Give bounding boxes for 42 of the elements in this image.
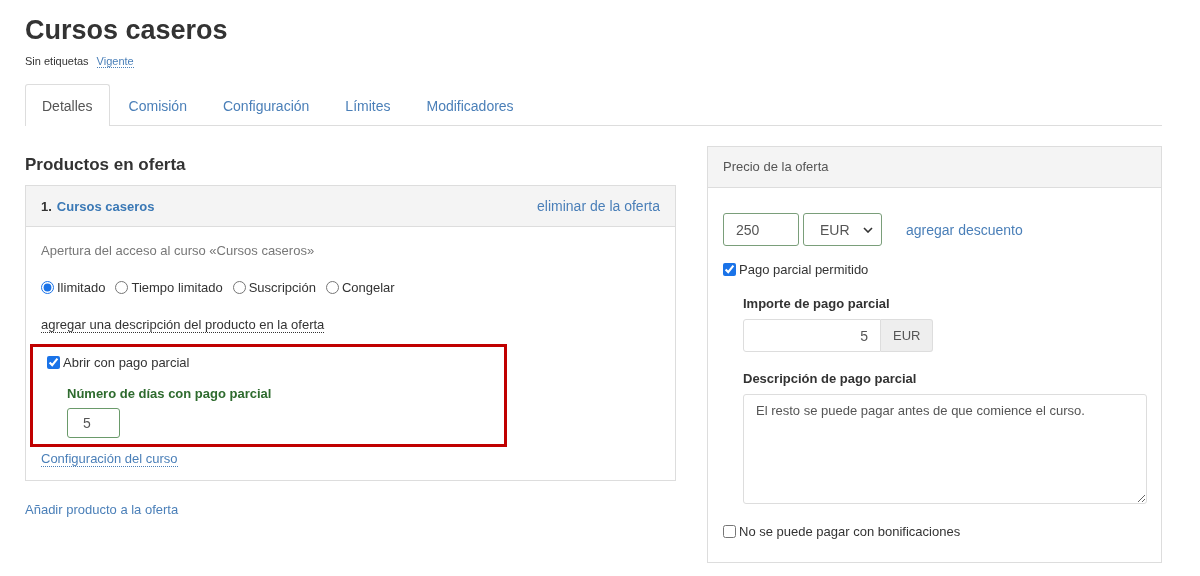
- description-link[interactable]: agregar una descripción del producto en la oferta: [41, 317, 325, 333]
- remove-link[interactable]: eliminar de la oferta: [537, 198, 660, 214]
- tab[interactable]: Comisión: [111, 84, 204, 126]
- tab[interactable]: Límites: [328, 84, 408, 126]
- radio-label: Ilimitado: [57, 280, 106, 295]
- tags-label: Sin etiquetas: [25, 55, 89, 68]
- field-label: Importe de pago parcial: [743, 296, 891, 311]
- currency-addon: EUR: [881, 319, 934, 352]
- section-heading: Productos en oferta: [25, 155, 187, 175]
- tab[interactable]: Modificadores: [409, 84, 531, 126]
- field-label: Número de días con pago parcial: [67, 386, 273, 401]
- days-input[interactable]: 5: [67, 408, 120, 438]
- checkbox[interactable]: [723, 525, 736, 538]
- panel-heading: Precio de la oferta: [708, 147, 1161, 188]
- access-text: Apertura del acceso al curso «Cursos caseros»: [41, 243, 316, 258]
- tab[interactable]: Detalles: [25, 84, 110, 126]
- chevron-down-icon: [863, 226, 873, 233]
- course-settings-link[interactable]: Configuración del curso: [41, 451, 178, 467]
- radio-label: Suscripción: [248, 280, 316, 295]
- radio-label: Congelar: [341, 280, 395, 295]
- field-label: Descripción de pago parcial: [743, 371, 918, 386]
- checkbox-label: Abrir con pago parcial: [63, 355, 190, 370]
- radio-button[interactable]: [232, 281, 246, 294]
- amount-input[interactable]: 250: [723, 213, 799, 246]
- partial-amount-input[interactable]: 5: [743, 319, 881, 352]
- status-link[interactable]: Vigente: [96, 55, 134, 68]
- checkbox-label: Pago parcial permitido: [739, 262, 869, 277]
- currency-select[interactable]: EUR: [803, 213, 882, 246]
- page-title: Cursos caseros: [25, 14, 229, 46]
- checkbox[interactable]: [47, 356, 60, 369]
- radio-button[interactable]: [115, 281, 129, 294]
- description-textarea[interactable]: El resto se puede pagar antes de que comience el curso.: [743, 394, 1147, 504]
- radio-label: Tiempo limitado: [131, 280, 223, 295]
- checkbox[interactable]: [723, 263, 736, 276]
- radio-button[interactable]: [325, 281, 339, 294]
- add-product-link[interactable]: Añadir producto a la oferta: [25, 502, 179, 517]
- tab[interactable]: Configuración: [205, 84, 327, 126]
- discount-link[interactable]: agregar descuento: [906, 221, 1023, 238]
- product-link[interactable]: Cursos caseros: [56, 198, 155, 214]
- checkbox-label: No se puede pagar con bonificaciones: [739, 524, 961, 539]
- item-number: 1.: [41, 198, 52, 214]
- radio-button[interactable]: [41, 281, 54, 294]
